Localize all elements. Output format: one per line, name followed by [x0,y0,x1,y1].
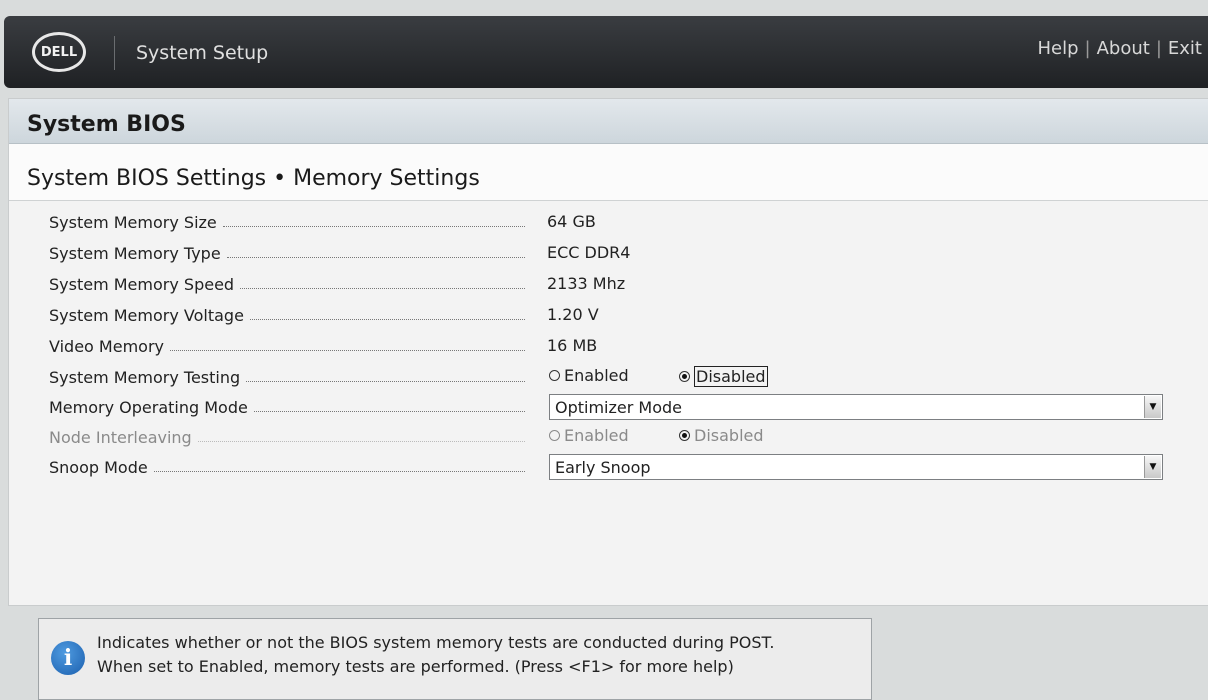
top-links: Help | About | Exit [1037,38,1202,59]
label-text: Snoop Mode [49,457,148,477]
operating-mode-select[interactable]: Optimizer Mode ▼ [549,394,1163,420]
settings-panel: System BIOS System BIOS Settings • Memor… [8,98,1208,606]
leader-dots [153,470,525,472]
radio-label: Enabled [564,426,629,445]
radio-selected-icon [679,371,690,382]
memory-size-value: 64 GB [547,212,596,231]
node-interleaving-enabled-radio: Enabled [549,426,629,445]
video-memory-value: 16 MB [547,336,598,355]
label-text: System Memory Testing [49,367,241,387]
link-separator: | [1084,38,1091,59]
label-text: System Memory Speed [49,274,235,294]
radio-label: Enabled [564,366,629,385]
select-value: Early Snoop [555,458,651,477]
help-link[interactable]: Help [1037,38,1078,59]
about-link[interactable]: About [1097,38,1150,59]
snoop-mode-select[interactable]: Early Snoop ▼ [549,454,1163,480]
setting-label: Node Interleaving [49,424,525,450]
help-text: Indicates whether or not the BIOS system… [97,631,774,679]
memory-type-value: ECC DDR4 [547,243,631,262]
row-memory-size: System Memory Size 64 GB [9,209,1208,239]
breadcrumb-bar: System BIOS Settings • Memory Settings [9,144,1208,201]
label-text: System Memory Voltage [49,305,244,325]
info-icon: i [51,641,85,675]
leader-dots [253,410,525,412]
setting-label: Video Memory [49,333,525,359]
select-value: Optimizer Mode [555,398,682,417]
memory-testing-disabled-radio[interactable]: Disabled [679,366,768,387]
leader-dots [249,318,525,320]
help-line-2: When set to Enabled, memory tests are pe… [97,657,734,676]
memory-voltage-value: 1.20 V [547,305,599,324]
dell-logo-text: DELL [40,44,78,60]
row-node-interleaving: Node Interleaving Enabled Disabled [9,424,1208,454]
help-line-1: Indicates whether or not the BIOS system… [97,633,775,652]
header-divider [114,36,115,70]
breadcrumb: System BIOS Settings • Memory Settings [27,166,480,191]
label-text: System Memory Type [49,243,221,263]
label-text: Node Interleaving [49,427,192,447]
label-text: Memory Operating Mode [49,397,248,417]
row-memory-voltage: System Memory Voltage 1.20 V [9,302,1208,332]
leader-dots [222,225,525,227]
node-interleaving-disabled-radio: Disabled [679,426,764,445]
leader-dots [169,349,525,351]
panel-header: System BIOS [9,99,1208,144]
row-video-memory: Video Memory 16 MB [9,333,1208,363]
leader-dots [240,287,525,289]
label-text: System Memory Size [49,212,217,232]
setting-label: System Memory Voltage [49,302,525,328]
row-operating-mode: Memory Operating Mode Optimizer Mode ▼ [9,394,1208,424]
top-bar: DELL System Setup Help | About | Exit [4,16,1208,88]
leader-dots [197,440,525,442]
setting-label: Snoop Mode [49,454,525,480]
row-snoop-mode: Snoop Mode Early Snoop ▼ [9,454,1208,484]
row-memory-testing: System Memory Testing Enabled Disabled [9,364,1208,394]
leader-dots [246,380,525,382]
setting-label: Memory Operating Mode [49,394,525,420]
chevron-down-icon[interactable]: ▼ [1144,396,1161,418]
app-title: System Setup [136,42,269,64]
chevron-down-icon[interactable]: ▼ [1144,456,1161,478]
dell-logo: DELL [32,32,86,72]
setting-label: System Memory Speed [49,271,525,297]
row-memory-type: System Memory Type ECC DDR4 [9,240,1208,270]
memory-testing-enabled-radio[interactable]: Enabled [549,366,629,385]
label-text: Video Memory [49,336,164,356]
help-box: i Indicates whether or not the BIOS syst… [38,618,872,700]
link-separator: | [1155,38,1162,59]
memory-speed-value: 2133 Mhz [547,274,626,293]
row-memory-speed: System Memory Speed 2133 Mhz [9,271,1208,301]
radio-unselected-icon [549,370,560,381]
exit-link[interactable]: Exit [1168,38,1202,59]
radio-label: Disabled [694,366,768,387]
radio-label: Disabled [694,426,764,445]
panel-title: System BIOS [27,112,186,137]
setting-label: System Memory Testing [49,364,525,390]
setting-label: System Memory Size [49,209,525,235]
radio-selected-icon [679,430,690,441]
radio-unselected-icon [549,430,560,441]
setting-label: System Memory Type [49,240,525,266]
leader-dots [226,256,525,258]
